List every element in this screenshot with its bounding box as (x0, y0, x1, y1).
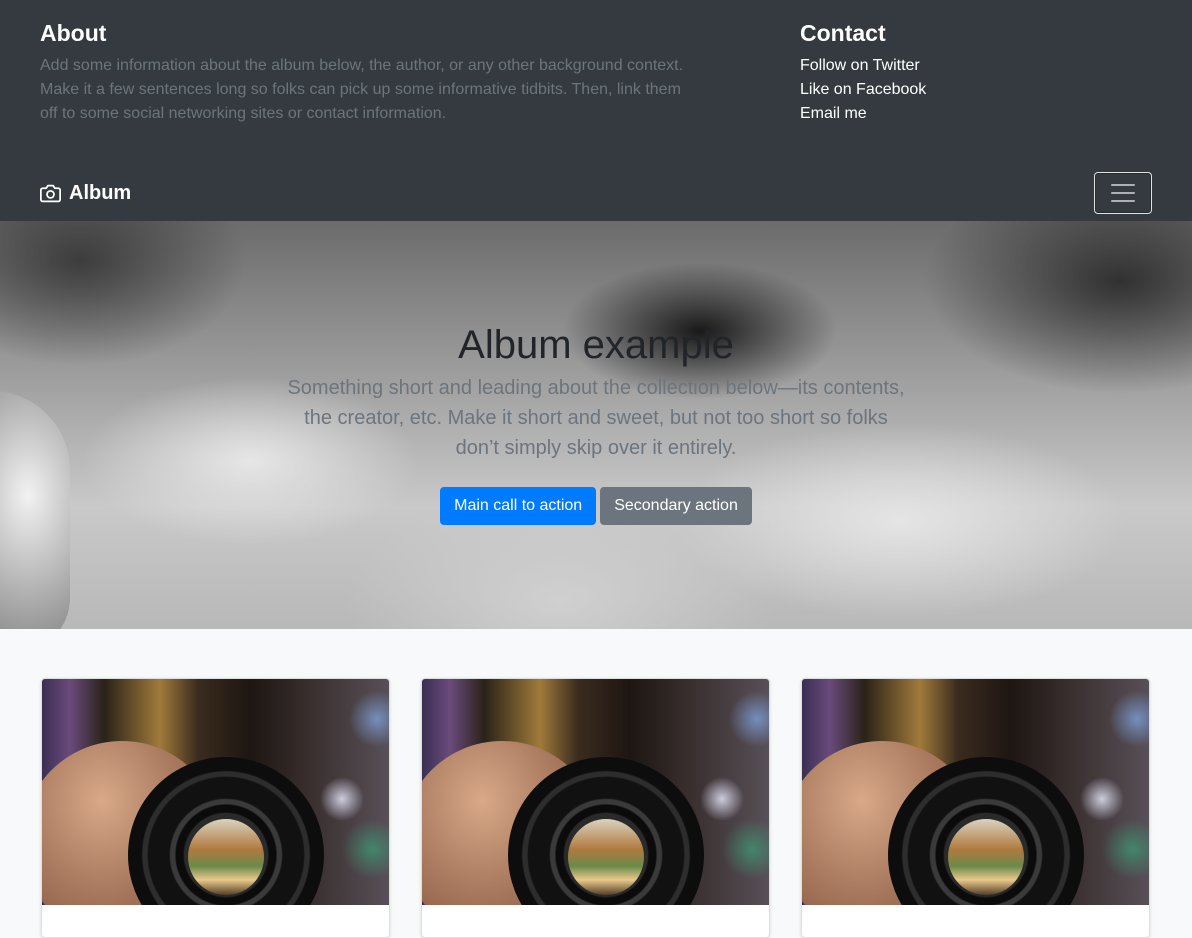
hero-buttons: Main call to action Secondary action (0, 487, 1192, 525)
card-image (422, 679, 769, 905)
twitter-link[interactable]: Follow on Twitter (800, 57, 920, 74)
card-image (802, 679, 1149, 905)
album-card (41, 678, 390, 938)
contact-item: Email me (800, 102, 1120, 126)
hero-title: Album example (458, 323, 734, 367)
contact-links: Follow on Twitter Like on Facebook Email… (800, 54, 1120, 126)
brand-label: Album (69, 182, 132, 204)
contact-item: Like on Facebook (800, 78, 1120, 102)
card-image (42, 679, 389, 905)
album-section (0, 629, 1192, 938)
album-card (801, 678, 1150, 938)
hero-lead: Something short and leading about the co… (287, 377, 905, 459)
email-link[interactable]: Email me (800, 105, 867, 122)
navbar-toggler-button[interactable] (1094, 172, 1152, 214)
camera-icon (40, 184, 61, 202)
hamburger-menu-icon (1111, 184, 1135, 202)
hero-jumbotron: Album example Something short and leadin… (0, 221, 1192, 629)
contact-title: Contact (800, 20, 886, 46)
about-title: About (40, 20, 107, 46)
facebook-link[interactable]: Like on Facebook (800, 81, 926, 98)
contact-item: Follow on Twitter (800, 54, 1120, 78)
header-collapse: About Add some information about the alb… (0, 0, 1192, 160)
navbar: Album (0, 160, 1192, 221)
secondary-action-button[interactable]: Secondary action (600, 487, 752, 525)
about-section: About Add some information about the alb… (40, 18, 700, 126)
album-card (421, 678, 770, 938)
main-call-to-action-button[interactable]: Main call to action (440, 487, 597, 525)
navbar-brand[interactable]: Album (40, 180, 131, 206)
contact-section: Contact Follow on Twitter Like on Facebo… (800, 18, 1120, 126)
about-text: Add some information about the album bel… (40, 57, 684, 122)
